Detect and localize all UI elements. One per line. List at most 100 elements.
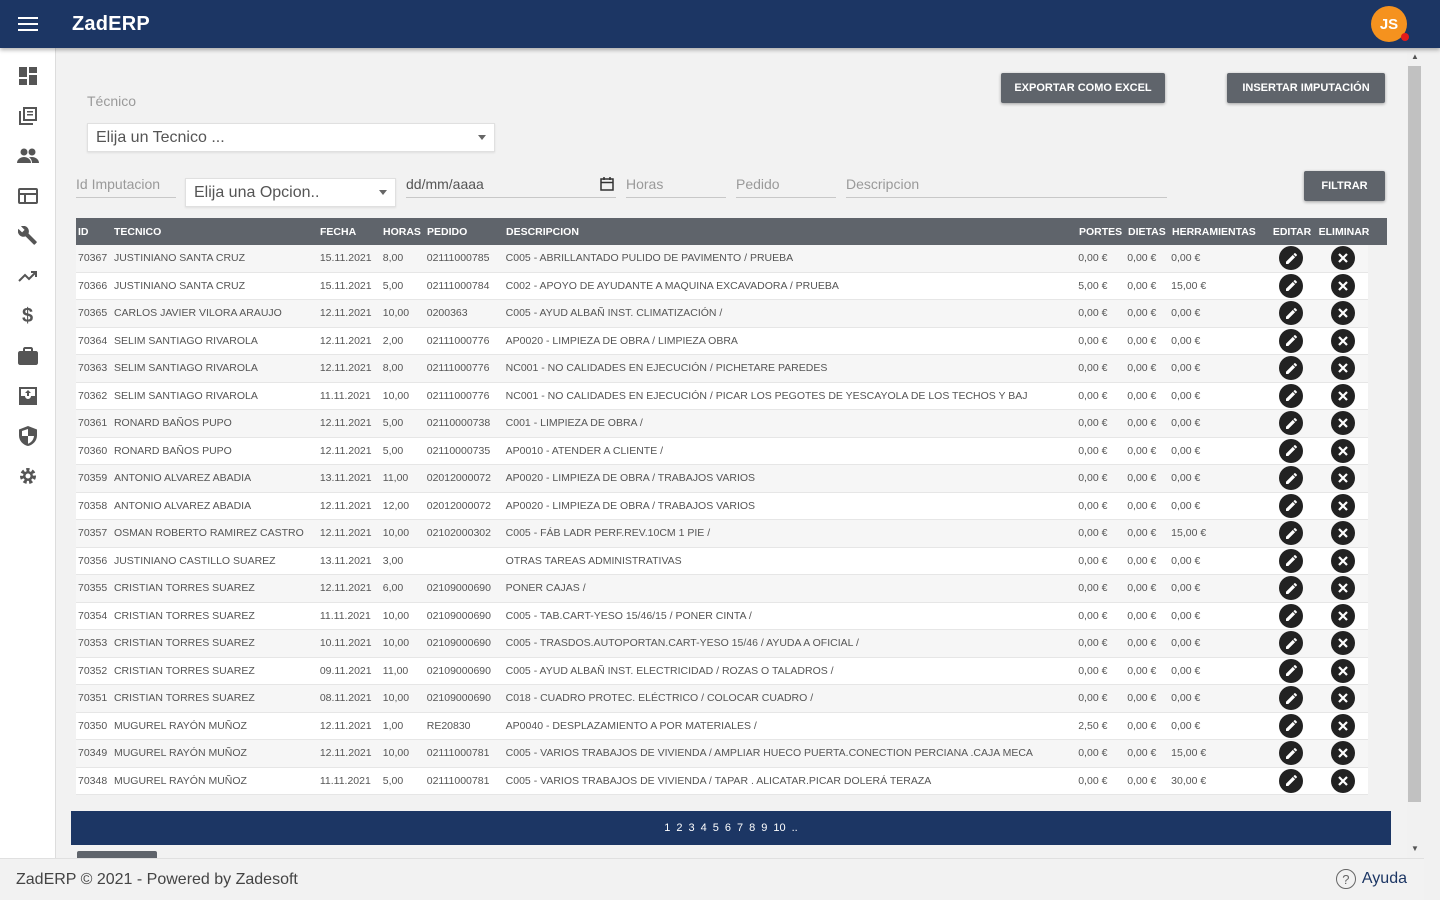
page-link-7[interactable]: 7	[737, 822, 743, 834]
table-row[interactable]: 70362 SELIM SANTIAGO RIVAROLA 11.11.2021 10…	[76, 382, 1368, 410]
edit-button[interactable]	[1279, 301, 1304, 326]
table-row[interactable]: 70364 SELIM SANTIAGO RIVAROLA 12.11.2021 2,…	[76, 327, 1368, 355]
help-link[interactable]: ? Ayuda	[1335, 869, 1407, 889]
delete-button[interactable]	[1331, 383, 1355, 408]
tecnico-select[interactable]: Elija un Tecnico ...	[87, 123, 495, 152]
page-link-6[interactable]: 6	[725, 822, 731, 834]
col-descripcion[interactable]: DESCRIPCION	[504, 226, 1077, 238]
delete-button[interactable]	[1331, 273, 1355, 298]
table-row[interactable]: 70357 OSMAN ROBERTO RAMIREZ CASTRO 12.11.2…	[76, 520, 1368, 548]
page-link-2[interactable]: 2	[676, 822, 682, 834]
sidebar-item-people[interactable]	[0, 136, 55, 176]
edit-button[interactable]	[1279, 521, 1304, 546]
delete-button[interactable]	[1331, 768, 1355, 793]
sidebar-item-dashboard[interactable]	[0, 56, 55, 96]
edit-button[interactable]	[1279, 603, 1304, 628]
table-row[interactable]: 70350 MUGUREL RAYÓN MUÑOZ 12.11.2021 1,00 RE…	[76, 712, 1368, 740]
table-row[interactable]: 70355 CRISTIAN TORRES SUAREZ 12.11.2021 6,0…	[76, 575, 1368, 603]
sidebar-item-build[interactable]	[0, 216, 55, 256]
delete-button[interactable]	[1331, 548, 1355, 573]
sidebar-item-archive[interactable]	[0, 376, 55, 416]
delete-button[interactable]	[1331, 631, 1355, 656]
delete-button[interactable]	[1331, 713, 1355, 738]
edit-button[interactable]	[1279, 246, 1304, 271]
delete-button[interactable]	[1331, 521, 1355, 546]
table-row[interactable]: 70356 JUSTINIANO CASTILLO SUAREZ 13.11.202…	[76, 547, 1368, 575]
edit-button[interactable]	[1279, 713, 1304, 738]
page-scrollbar[interactable]	[1424, 48, 1440, 900]
delete-button[interactable]	[1331, 686, 1355, 711]
edit-button[interactable]	[1279, 356, 1304, 381]
edit-button[interactable]	[1279, 686, 1304, 711]
pedido-input[interactable]: Pedido	[736, 170, 836, 198]
delete-button[interactable]	[1331, 493, 1355, 518]
edit-button[interactable]	[1279, 466, 1304, 491]
delete-button[interactable]	[1331, 438, 1355, 463]
main-scrollbar[interactable]: ▲ ▼	[1407, 48, 1424, 858]
descripcion-input[interactable]: Descripcion	[846, 170, 1167, 198]
page-link-10[interactable]: 10	[773, 822, 785, 834]
col-horas[interactable]: HORAS	[381, 226, 425, 238]
delete-button[interactable]	[1331, 246, 1355, 271]
edit-button[interactable]	[1279, 411, 1304, 436]
filter-button[interactable]: FILTRAR	[1304, 171, 1385, 201]
scroll-down-icon[interactable]: ▼	[1411, 844, 1419, 853]
opcion-select[interactable]: Elija una Opcion..	[185, 178, 396, 207]
edit-button[interactable]	[1279, 273, 1304, 298]
col-dietas[interactable]: DIETAS	[1126, 226, 1170, 238]
edit-button[interactable]	[1279, 576, 1304, 601]
edit-button[interactable]	[1279, 328, 1304, 353]
page-link-4[interactable]: 4	[701, 822, 707, 834]
table-row[interactable]: 70359 ANTONIO ALVAREZ ABADIA 13.11.2021 11,…	[76, 465, 1368, 493]
edit-button[interactable]	[1279, 741, 1304, 766]
col-fecha[interactable]: FECHA	[318, 226, 381, 238]
page-link-8[interactable]: 8	[749, 822, 755, 834]
table-row[interactable]: 70363 SELIM SANTIAGO RIVAROLA 12.11.2021 8,…	[76, 355, 1368, 383]
col-pedido[interactable]: PEDIDO	[425, 226, 504, 238]
page-link-9[interactable]: 9	[761, 822, 767, 834]
table-row[interactable]: 70352 CRISTIAN TORRES SUAREZ 09.11.2021 11,…	[76, 657, 1368, 685]
scroll-thumb[interactable]	[1408, 66, 1421, 802]
page-link-3[interactable]: 3	[689, 822, 695, 834]
sidebar-item-security[interactable]	[0, 416, 55, 456]
horas-input[interactable]: Horas	[626, 170, 726, 198]
calendar-icon[interactable]	[600, 177, 614, 191]
edit-button[interactable]	[1279, 631, 1304, 656]
delete-button[interactable]	[1331, 658, 1355, 683]
table-row[interactable]: 70354 CRISTIAN TORRES SUAREZ 11.11.2021 10,…	[76, 602, 1368, 630]
sidebar-item-library[interactable]	[0, 96, 55, 136]
col-herramientas[interactable]: HERRAMIENTAS	[1170, 226, 1265, 238]
table-row[interactable]: 70348 MUGUREL RAYÓN MUÑOZ 11.11.2021 5,00 02…	[76, 767, 1368, 795]
edit-button[interactable]	[1279, 548, 1304, 573]
edit-button[interactable]	[1279, 768, 1304, 793]
page-ellipsis[interactable]: ..	[792, 822, 798, 834]
table-row[interactable]: 70351 CRISTIAN TORRES SUAREZ 08.11.2021 10,…	[76, 685, 1368, 713]
table-row[interactable]: 70361 RONARD BAÑOS PUPO 12.11.2021 5,00 0211…	[76, 410, 1368, 438]
id-imputacion-input[interactable]: Id Imputacion	[76, 170, 176, 198]
sidebar-item-settings[interactable]	[0, 456, 55, 496]
delete-button[interactable]	[1331, 356, 1355, 381]
edit-button[interactable]	[1279, 438, 1304, 463]
edit-button[interactable]	[1279, 658, 1304, 683]
col-id[interactable]: ID	[76, 226, 112, 238]
table-row[interactable]: 70358 ANTONIO ALVAREZ ABADIA 12.11.2021 12,…	[76, 492, 1368, 520]
sidebar-item-work[interactable]	[0, 336, 55, 376]
export-excel-button[interactable]: EXPORTAR COMO EXCEL	[1001, 73, 1165, 103]
delete-button[interactable]	[1331, 328, 1355, 353]
menu-icon[interactable]	[0, 0, 56, 48]
insert-imputacion-button[interactable]: INSERTAR IMPUTACIÓN	[1227, 73, 1385, 103]
delete-button[interactable]	[1331, 411, 1355, 436]
delete-button[interactable]	[1331, 603, 1355, 628]
table-row[interactable]: 70367 JUSTINIANO SANTA CRUZ 15.11.2021 8,00…	[76, 245, 1368, 273]
scroll-up-icon[interactable]: ▲	[1411, 52, 1419, 61]
table-row[interactable]: 70360 RONARD BAÑOS PUPO 12.11.2021 5,00 0211…	[76, 437, 1368, 465]
delete-button[interactable]	[1331, 466, 1355, 491]
date-input[interactable]: dd/mm/aaaa	[406, 170, 616, 198]
delete-button[interactable]	[1331, 301, 1355, 326]
col-portes[interactable]: PORTES	[1077, 226, 1126, 238]
sidebar-item-web[interactable]	[0, 176, 55, 216]
table-row[interactable]: 70366 JUSTINIANO SANTA CRUZ 15.11.2021 5,00…	[76, 272, 1368, 300]
col-tecnico[interactable]: TECNICO	[112, 226, 318, 238]
table-row[interactable]: 70349 MUGUREL RAYÓN MUÑOZ 12.11.2021 10,00 0…	[76, 740, 1368, 768]
page-link-1[interactable]: 1	[664, 822, 670, 834]
